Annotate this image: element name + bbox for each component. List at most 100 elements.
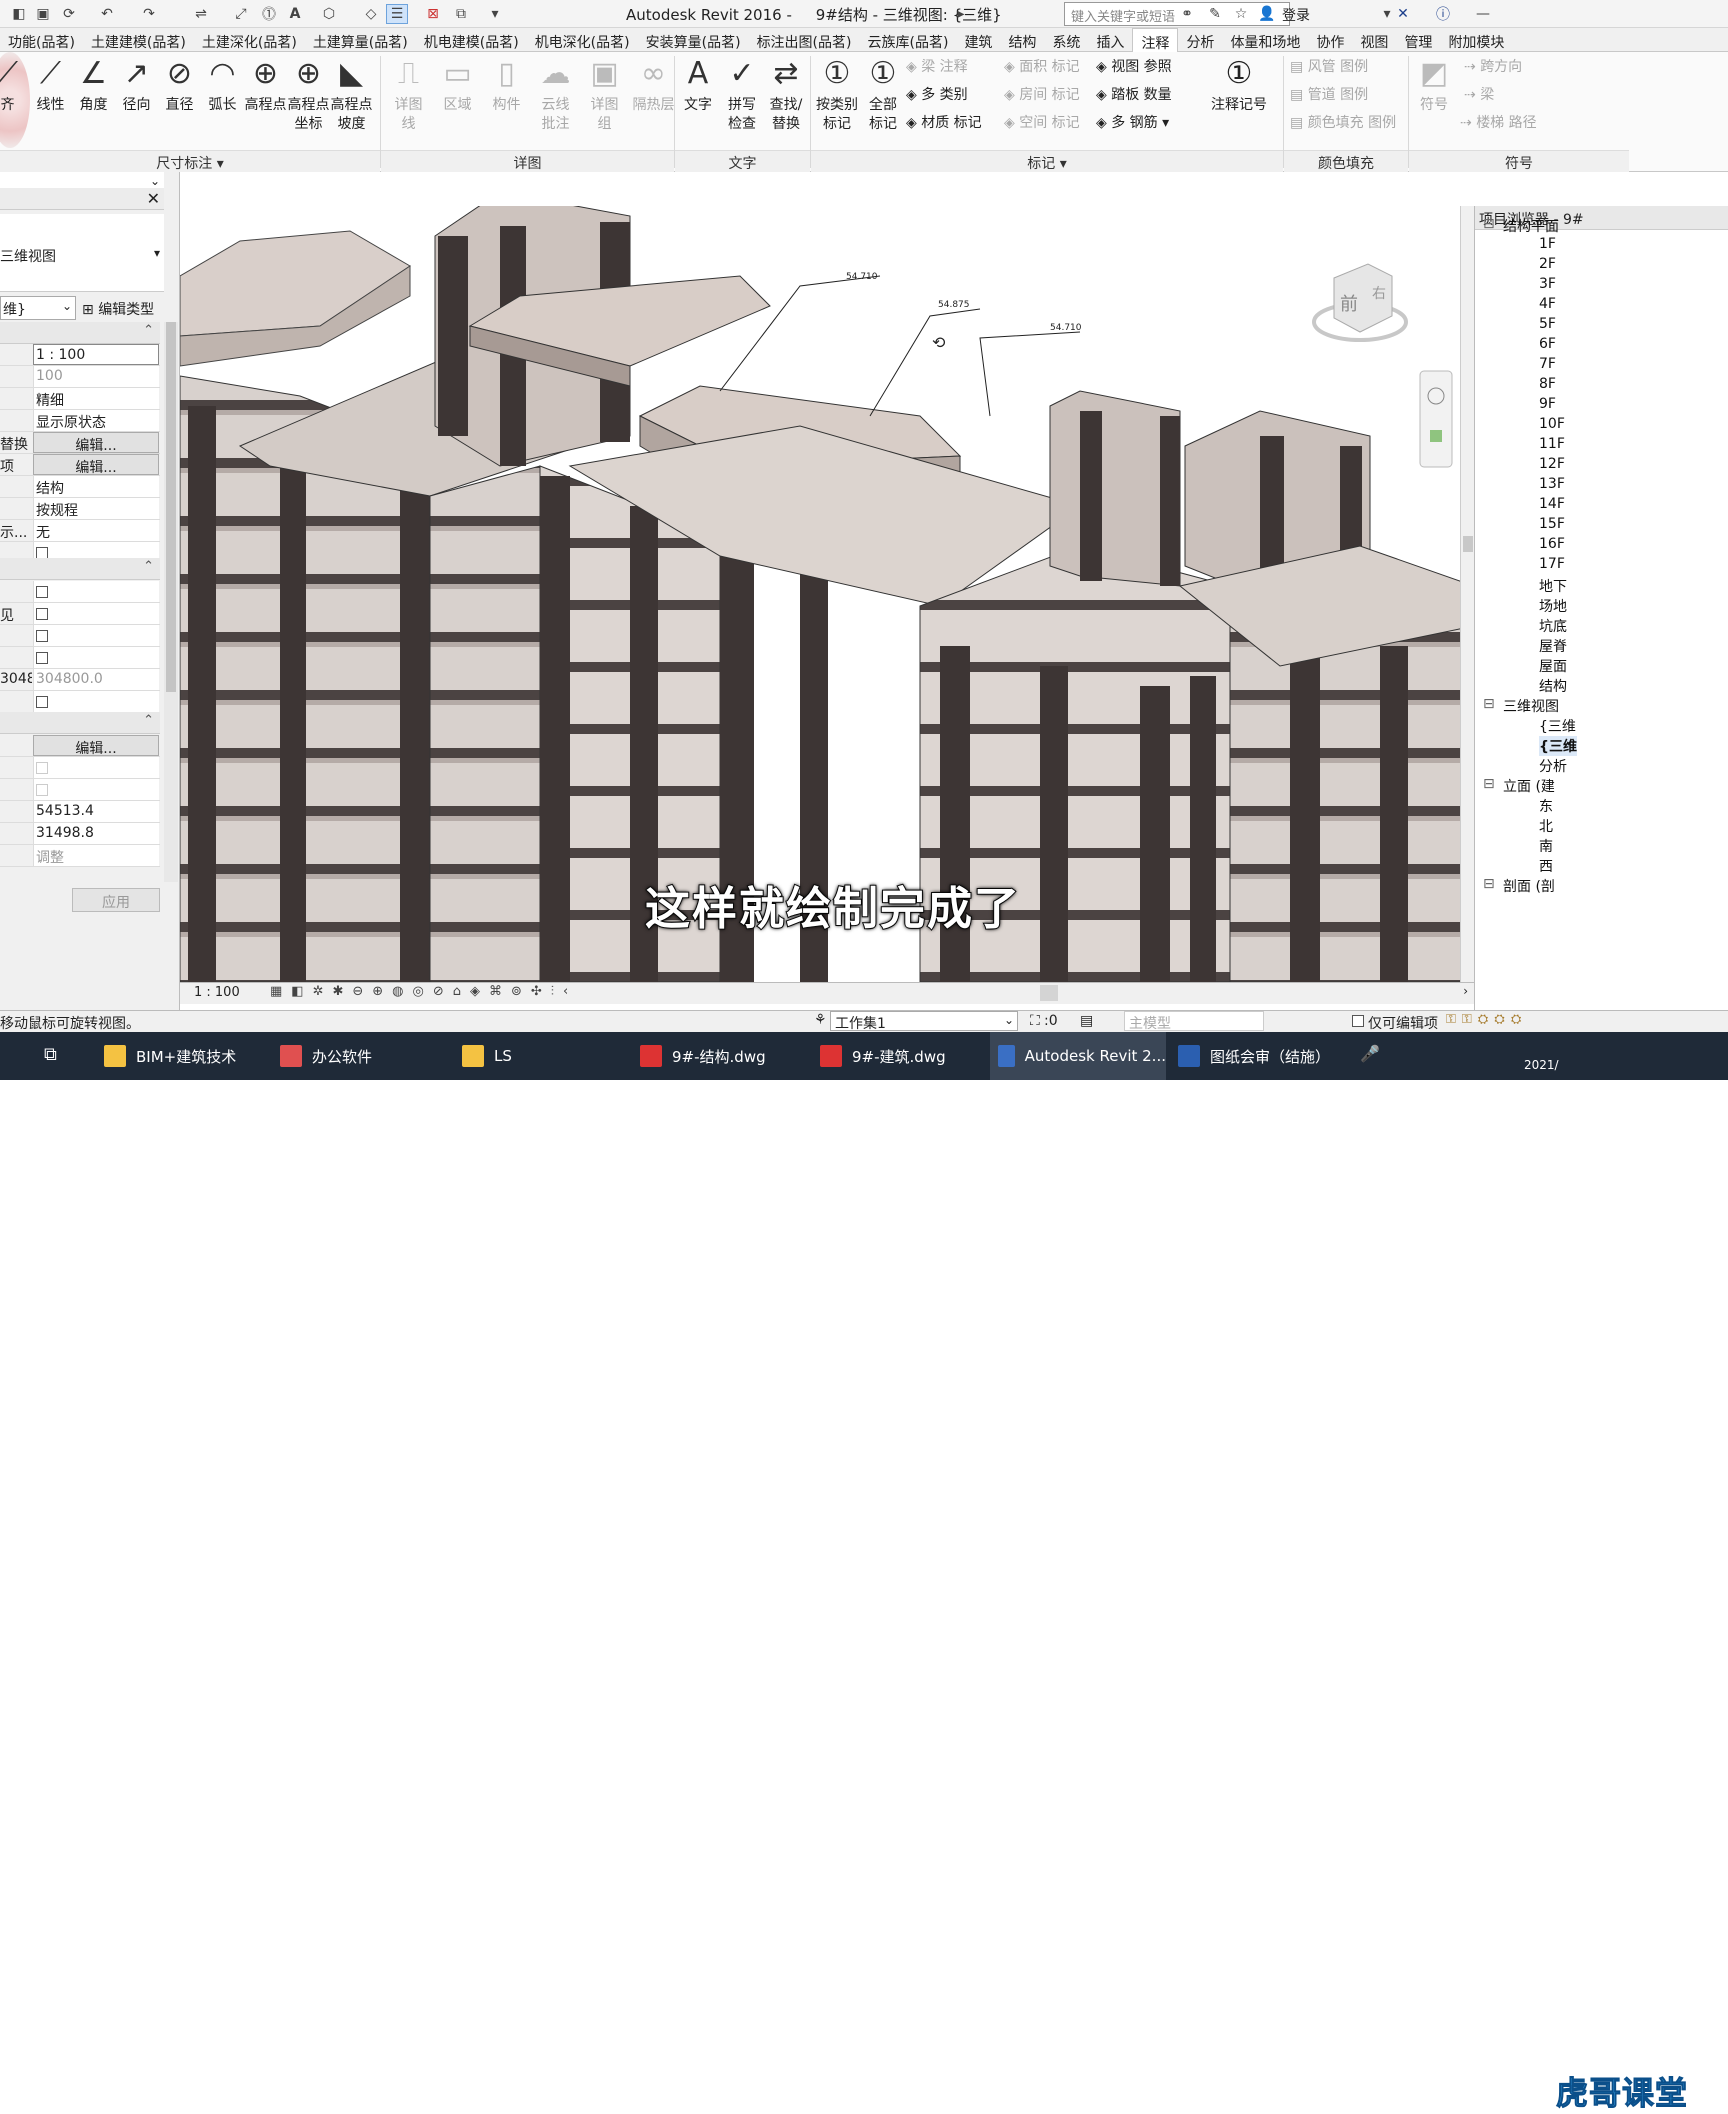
binoculars-icon[interactable]: ⚭ bbox=[1176, 4, 1198, 24]
scrollbar-thumb[interactable] bbox=[1463, 536, 1473, 552]
dim-button-4[interactable]: ⊘ 直径 bbox=[158, 56, 201, 115]
prop-value[interactable] bbox=[33, 603, 159, 624]
detail-button-5[interactable]: ∞ 隔热层 bbox=[629, 56, 678, 115]
3d-view-canvas[interactable]: ▭⧉✕ bbox=[180, 206, 1474, 982]
panel-dimension-label[interactable]: 尺寸标注 ▾ bbox=[0, 150, 380, 172]
dim-button-3[interactable]: ↗ 径向 bbox=[115, 56, 158, 115]
browser-item[interactable]: 结构 bbox=[1539, 676, 1567, 696]
taskbar-item[interactable]: LS bbox=[454, 1032, 624, 1080]
apply-button[interactable]: 应用 bbox=[72, 888, 160, 912]
tag-small-button[interactable]: ◈ 多 钢筋 ▾ bbox=[1096, 112, 1169, 132]
browser-item[interactable]: 1F bbox=[1539, 236, 1556, 252]
browser-item[interactable]: 坑底 bbox=[1539, 616, 1567, 636]
tag-icon[interactable]: ⓵ bbox=[258, 4, 280, 24]
browser-item[interactable]: 7F bbox=[1539, 356, 1556, 372]
tag-small-button[interactable]: ◈ 面积 标记 bbox=[1004, 56, 1080, 76]
browser-item[interactable]: ⊟ 剖面 (剖 bbox=[1483, 876, 1555, 896]
target-elevation-value[interactable]: 31498.8 bbox=[33, 823, 159, 844]
checkbox[interactable] bbox=[36, 762, 48, 774]
tab-1[interactable]: 土建建模(品茗) bbox=[83, 28, 194, 52]
dim-button-2[interactable]: ∠ 角度 bbox=[72, 56, 115, 115]
dim-button-6[interactable]: ⊕ 高程点 bbox=[244, 56, 287, 115]
app-menu-icon[interactable]: ◧ bbox=[8, 4, 30, 24]
checkbox[interactable] bbox=[36, 696, 48, 708]
tree-expander-icon[interactable]: ⊟ bbox=[1483, 776, 1495, 792]
type-selector[interactable]: 三维视图 ▾ bbox=[0, 214, 164, 292]
tab-14[interactable]: 分析 bbox=[1178, 28, 1222, 52]
browser-item[interactable]: 东 bbox=[1539, 796, 1553, 816]
browser-item[interactable]: ⊟ 立面 (建 bbox=[1483, 776, 1555, 796]
symbol-button[interactable]: ◩ 符号 bbox=[1412, 56, 1456, 115]
browser-item[interactable]: ⊟ 三维视图 bbox=[1483, 696, 1559, 716]
prop-value[interactable]: 编辑... bbox=[33, 454, 159, 475]
tag-small-button[interactable]: ◈ 材质 标记 bbox=[906, 112, 982, 132]
tab-5[interactable]: 机电深化(品茗) bbox=[527, 28, 638, 52]
tree-expander-icon[interactable]: ⊟ bbox=[1483, 876, 1495, 892]
checkbox[interactable] bbox=[36, 630, 48, 642]
taskbar-item[interactable]: BIM+建筑技术 bbox=[96, 1032, 266, 1080]
tab-8[interactable]: 云族库(品茗) bbox=[860, 28, 957, 52]
taskbar-item[interactable]: 图纸会审（结施） bbox=[1170, 1032, 1346, 1080]
tab-13[interactable]: 注释 bbox=[1132, 28, 1179, 53]
qat-dropdown-icon[interactable]: ▾ bbox=[484, 4, 506, 24]
tag-button-1[interactable]: ① 全部 标记 bbox=[860, 56, 906, 134]
tag-small-button[interactable]: ◈ 视图 参照 bbox=[1096, 56, 1172, 76]
eye-elevation-value[interactable]: 54513.4 bbox=[33, 801, 159, 822]
color-fill-item[interactable]: ▤ 颜色填充 图例 bbox=[1290, 112, 1396, 132]
view-control-icons[interactable]: ▦◧✲✱⊖⊕◍◎⊘⌂◈⌘⊚✣⫶‹ bbox=[270, 984, 577, 999]
search-expand-icon[interactable]: ▸ bbox=[950, 4, 972, 24]
checkbox[interactable] bbox=[36, 586, 48, 598]
prop-value[interactable]: 1 : 100 bbox=[33, 344, 159, 365]
tab-19[interactable]: 附加模块 bbox=[1440, 28, 1512, 52]
switch-window-icon[interactable]: ⧉ bbox=[450, 4, 472, 24]
symbol-item[interactable]: ⇢ 跨方向 bbox=[1464, 56, 1522, 76]
prop-value[interactable] bbox=[33, 691, 159, 712]
edit-type-button[interactable]: ⊞ 编辑类型 bbox=[80, 296, 162, 320]
section-graphics[interactable]: ⌃ bbox=[0, 322, 160, 344]
workset-dropdown[interactable]: 工作集1 ⌄ bbox=[830, 1011, 1018, 1032]
exchange-apps-icon[interactable]: ✕ bbox=[1392, 4, 1414, 24]
prop-value[interactable]: 显示原状态 bbox=[33, 410, 159, 431]
viewcube[interactable]: 前 右 bbox=[1312, 263, 1408, 342]
prop-value[interactable]: 无 bbox=[33, 520, 159, 541]
favorites-star-icon[interactable]: ☆ bbox=[1230, 4, 1252, 24]
tab-3[interactable]: 土建算量(品茗) bbox=[305, 28, 416, 52]
tab-6[interactable]: 安装算量(品茗) bbox=[638, 28, 749, 52]
scrollbar-thumb[interactable] bbox=[166, 322, 176, 692]
dim-button-5[interactable]: ◠ 弧长 bbox=[201, 56, 244, 115]
browser-item[interactable]: 屋脊 bbox=[1539, 636, 1567, 656]
prop-value[interactable]: 按规程 bbox=[33, 498, 159, 519]
tab-0[interactable]: 功能(品茗) bbox=[0, 28, 83, 52]
view-selector[interactable]: 维} ⌄ bbox=[0, 296, 76, 320]
browser-item[interactable]: 5F bbox=[1539, 316, 1556, 332]
browser-item[interactable]: 11F bbox=[1539, 436, 1565, 452]
browser-item[interactable]: 屋面 bbox=[1539, 656, 1567, 676]
edit-button[interactable]: 编辑... bbox=[33, 735, 159, 756]
section-extents[interactable]: ⌃ bbox=[0, 558, 160, 580]
panel-tag-label[interactable]: 标记 ▾ bbox=[811, 150, 1283, 172]
text-button-0[interactable]: A 文字 bbox=[676, 56, 720, 115]
task-view-icon[interactable]: ⧉ bbox=[44, 1044, 57, 1065]
scrollbar[interactable] bbox=[164, 322, 178, 882]
browser-item[interactable]: 2F bbox=[1539, 256, 1556, 272]
tag-button-0[interactable]: ① 按类别 标记 bbox=[814, 56, 860, 134]
prop-value[interactable]: 编辑... bbox=[33, 432, 159, 453]
close-icon[interactable]: ✕ bbox=[147, 189, 160, 208]
camera-position-value[interactable]: 调整 bbox=[33, 845, 159, 866]
viewcube-right-label[interactable]: 右 bbox=[1372, 286, 1386, 302]
checkbox[interactable] bbox=[36, 608, 48, 620]
tab-2[interactable]: 土建深化(品茗) bbox=[194, 28, 305, 52]
dim-button-7[interactable]: ⊕ 高程点 坐标 bbox=[287, 56, 330, 134]
tab-16[interactable]: 协作 bbox=[1308, 28, 1352, 52]
prop-value[interactable]: 304800.0 bbox=[33, 669, 159, 690]
tree-expander-icon[interactable]: ⊟ bbox=[1483, 696, 1495, 712]
viewcube-front-label[interactable]: 前 bbox=[1340, 294, 1358, 315]
browser-item[interactable]: 3F bbox=[1539, 276, 1556, 292]
horizontal-scroll-thumb[interactable] bbox=[1040, 985, 1058, 1001]
browser-item[interactable]: {三维 bbox=[1539, 736, 1577, 756]
viewport-scrollbar[interactable] bbox=[1460, 206, 1474, 982]
tag-small-button[interactable]: ◈ 房间 标记 bbox=[1004, 84, 1080, 104]
browser-item[interactable]: 8F bbox=[1539, 376, 1556, 392]
tab-11[interactable]: 系统 bbox=[1044, 28, 1088, 52]
tab-9[interactable]: 建筑 bbox=[956, 28, 1000, 52]
